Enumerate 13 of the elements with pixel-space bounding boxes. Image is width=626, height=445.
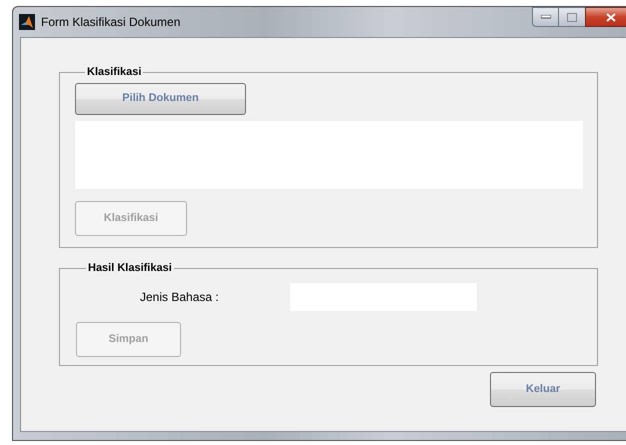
maximize-icon xyxy=(567,12,577,22)
panel-title: Klasifikasi xyxy=(86,65,142,80)
window-title: Form Klasifikasi Dokumen xyxy=(41,14,180,31)
close-button[interactable] xyxy=(585,7,626,27)
choose-document-button[interactable]: Pilih Dokumen xyxy=(75,82,246,114)
app-logo-icon xyxy=(19,14,35,30)
panel-title: Hasil Klasifikasi xyxy=(87,261,173,276)
exit-button[interactable]: Keluar xyxy=(490,372,596,407)
maximize-button[interactable] xyxy=(559,7,585,27)
minimize-icon xyxy=(540,15,550,19)
language-label: Jenis Bahasa : xyxy=(140,288,220,306)
close-icon xyxy=(606,12,616,22)
minimize-button[interactable] xyxy=(532,7,559,27)
